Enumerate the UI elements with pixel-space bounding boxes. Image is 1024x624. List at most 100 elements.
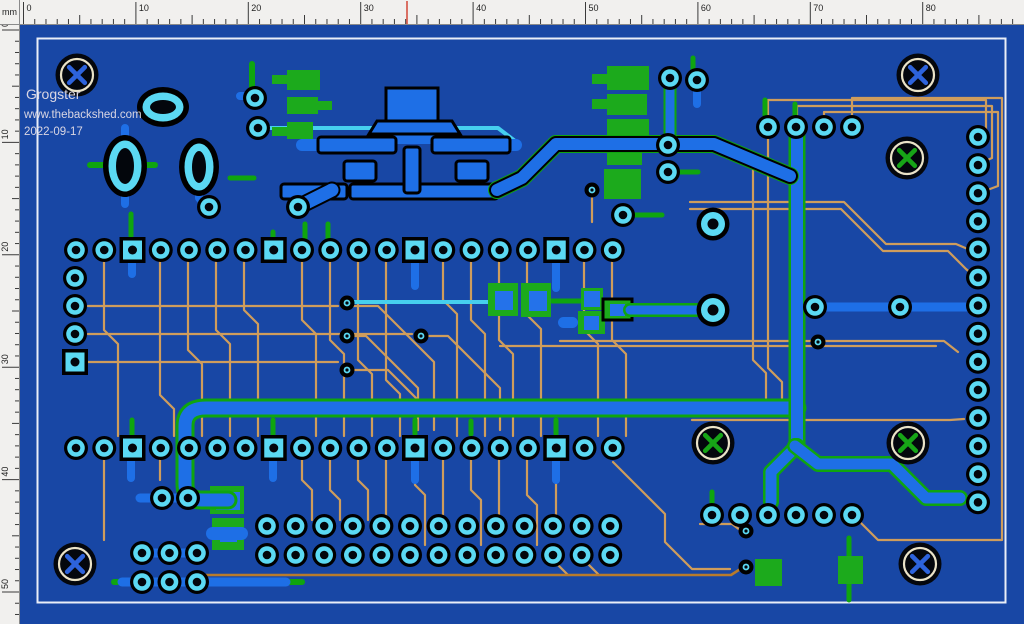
pad[interactable] <box>149 436 173 460</box>
pad[interactable] <box>601 238 625 262</box>
pad[interactable] <box>601 436 625 460</box>
smd-pad-green[interactable] <box>287 70 320 90</box>
pad-square[interactable] <box>120 237 146 263</box>
pad[interactable] <box>966 350 990 374</box>
pad[interactable] <box>149 238 173 262</box>
pad-oval[interactable] <box>137 87 189 127</box>
pad-oval[interactable] <box>179 138 219 196</box>
mount-hole[interactable] <box>899 543 942 586</box>
pad[interactable] <box>398 543 422 567</box>
pad[interactable] <box>176 486 200 510</box>
smd-pad-blue[interactable] <box>584 291 600 307</box>
pad[interactable] <box>840 503 864 527</box>
pad[interactable] <box>455 514 479 538</box>
smd-pad-green[interactable] <box>755 559 782 586</box>
pad[interactable] <box>92 238 116 262</box>
pad[interactable] <box>756 115 780 139</box>
smd-pad-green[interactable] <box>592 99 607 109</box>
pad[interactable] <box>697 294 730 327</box>
pad-square[interactable] <box>261 435 287 461</box>
pad[interactable] <box>185 541 209 565</box>
pad[interactable] <box>573 238 597 262</box>
pad[interactable] <box>185 570 209 594</box>
pad[interactable] <box>290 436 314 460</box>
smd-pad-green[interactable] <box>604 169 641 199</box>
smd-pad-green[interactable] <box>607 94 647 115</box>
pad[interactable] <box>460 436 484 460</box>
via-hole-green[interactable] <box>692 422 735 465</box>
pad[interactable] <box>312 543 336 567</box>
smd-pad-green[interactable] <box>592 74 607 84</box>
pad[interactable] <box>369 514 393 538</box>
pad[interactable] <box>656 160 680 184</box>
pad-square[interactable] <box>402 237 428 263</box>
pad[interactable] <box>488 436 512 460</box>
pad[interactable] <box>341 514 365 538</box>
pad[interactable] <box>341 543 365 567</box>
silkscreen-text-date[interactable]: 2022-09-17 <box>24 126 83 138</box>
pad[interactable] <box>966 125 990 149</box>
pad[interactable] <box>966 209 990 233</box>
pad[interactable] <box>286 195 310 219</box>
via[interactable] <box>739 560 754 575</box>
pad[interactable] <box>966 490 990 514</box>
pad[interactable] <box>63 294 87 318</box>
smd-pad-blue[interactable] <box>495 291 513 310</box>
pad-square[interactable] <box>62 349 88 375</box>
pad[interactable] <box>234 436 258 460</box>
pad[interactable] <box>255 543 279 567</box>
pad-oval[interactable] <box>103 135 147 197</box>
silkscreen-text-title[interactable]: Grogster <box>26 86 81 102</box>
pad[interactable] <box>966 434 990 458</box>
pad[interactable] <box>234 238 258 262</box>
smd-pad-green[interactable] <box>318 101 332 110</box>
smd-pad-green[interactable] <box>287 97 318 114</box>
pad-square[interactable] <box>402 435 428 461</box>
pad[interactable] <box>347 238 371 262</box>
pad[interactable] <box>656 133 680 157</box>
pad[interactable] <box>966 294 990 318</box>
pad[interactable] <box>812 503 836 527</box>
smd-pad-blue[interactable] <box>610 304 625 316</box>
pad[interactable] <box>312 514 336 538</box>
smd-pad-green[interactable] <box>272 127 287 136</box>
pad[interactable] <box>63 266 87 290</box>
pad[interactable] <box>570 543 594 567</box>
via[interactable] <box>340 329 355 344</box>
pad[interactable] <box>427 543 451 567</box>
pad[interactable] <box>512 543 536 567</box>
pad[interactable] <box>812 115 836 139</box>
pad[interactable] <box>398 514 422 538</box>
via[interactable] <box>585 183 600 198</box>
pad[interactable] <box>658 66 682 90</box>
pad[interactable] <box>966 237 990 261</box>
pad[interactable] <box>431 436 455 460</box>
pad[interactable] <box>598 543 622 567</box>
smd-pad-green[interactable] <box>838 556 863 584</box>
smd-pad-green[interactable] <box>607 66 649 90</box>
pad[interactable] <box>347 436 371 460</box>
vertical-ruler[interactable]: 01020304050 <box>0 25 20 624</box>
mount-hole[interactable] <box>54 543 97 586</box>
smd-pad-blue[interactable] <box>584 316 599 330</box>
horizontal-ruler[interactable]: 01020304050607080 <box>20 0 1024 25</box>
mount-hole[interactable] <box>897 54 940 97</box>
pad[interactable] <box>92 436 116 460</box>
pad[interactable] <box>64 238 88 262</box>
pad[interactable] <box>284 543 308 567</box>
pad[interactable] <box>369 543 393 567</box>
pad[interactable] <box>966 153 990 177</box>
pad[interactable] <box>840 115 864 139</box>
pad[interactable] <box>177 436 201 460</box>
pad[interactable] <box>488 238 512 262</box>
via[interactable] <box>340 363 355 378</box>
smd-pad-blue[interactable] <box>529 291 547 311</box>
pad[interactable] <box>318 238 342 262</box>
pad[interactable] <box>177 238 201 262</box>
pad[interactable] <box>427 514 451 538</box>
via[interactable] <box>739 524 754 539</box>
pad[interactable] <box>516 238 540 262</box>
pad[interactable] <box>318 436 342 460</box>
silkscreen-text-url[interactable]: www.thebackshed.com <box>23 109 142 121</box>
pad[interactable] <box>431 238 455 262</box>
